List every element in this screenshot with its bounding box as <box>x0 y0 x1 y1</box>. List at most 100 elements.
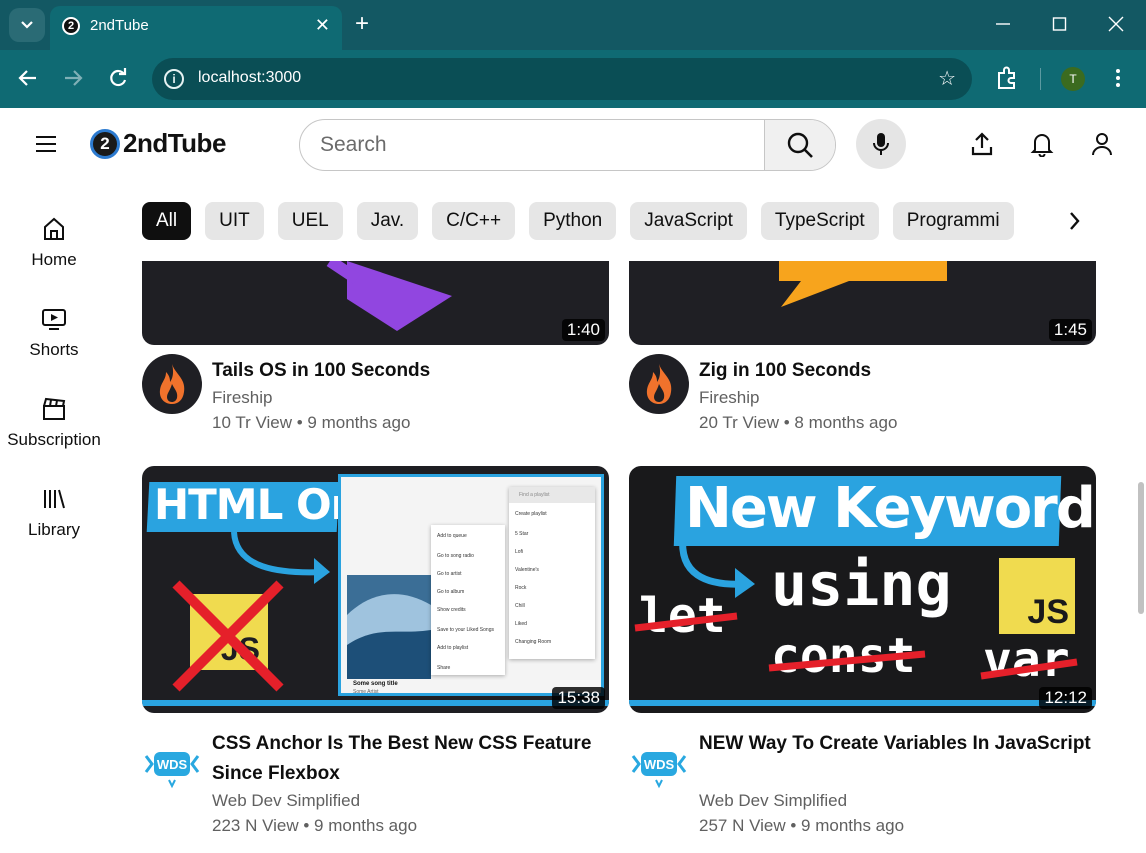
channel-avatar[interactable]: WDS <box>629 734 689 794</box>
shorts-icon <box>0 304 108 334</box>
close-window-icon[interactable] <box>1108 10 1124 39</box>
thumbnail-art <box>326 261 452 331</box>
channel-name[interactable]: Web Dev Simplified <box>212 791 360 811</box>
minimize-icon[interactable] <box>996 10 1010 39</box>
duration-badge: 1:40 <box>561 319 605 341</box>
upload-icon[interactable] <box>969 131 995 157</box>
info-icon[interactable]: i <box>164 69 184 89</box>
chip-uel[interactable]: UEL <box>277 202 343 240</box>
sidebar-item-home[interactable]: Home <box>0 214 108 270</box>
svg-text:WDS: WDS <box>644 757 675 772</box>
mic-icon <box>873 133 889 155</box>
maximize-icon[interactable] <box>1052 10 1068 39</box>
cross-icon <box>172 580 284 692</box>
menu-item: Go to artist <box>437 571 462 577</box>
category-chips: All UIT UEL Jav. C/C++ Python JavaScript TypeSc… <box>142 202 1062 242</box>
browser-tab[interactable]: 2 2ndTube ✕ <box>50 6 342 50</box>
chip-typescript[interactable]: TypeScript <box>760 202 879 240</box>
search-button[interactable] <box>764 120 835 170</box>
subscription-icon <box>0 394 108 424</box>
video-meta: 10 Tr View • 9 months ago <box>212 413 411 432</box>
page-scrollbar[interactable] <box>1138 482 1144 614</box>
chip-uit[interactable]: UIT <box>205 202 264 240</box>
playlist-item: Liked <box>515 621 527 627</box>
chevron-right-icon[interactable] <box>1062 208 1086 234</box>
forward-icon[interactable] <box>63 65 83 98</box>
search-input[interactable] <box>300 120 765 170</box>
logo-badge: 2 <box>90 128 120 159</box>
svg-text:WDS: WDS <box>157 757 188 772</box>
home-icon <box>0 214 108 244</box>
video-thumbnail[interactable]: 1:40 <box>142 261 609 345</box>
search-box <box>299 119 836 171</box>
logo[interactable]: 2 2ndTube <box>90 128 226 159</box>
tab-favicon: 2 <box>62 17 80 35</box>
channel-avatar[interactable]: WDS <box>142 734 202 794</box>
video-title[interactable]: CSS Anchor Is The Best New CSS Feature S… <box>212 729 607 789</box>
video-title[interactable]: NEW Way To Create Variables In JavaScrip… <box>699 729 1094 759</box>
back-icon[interactable] <box>18 65 38 98</box>
tab-title: 2ndTube <box>90 17 149 34</box>
sidebar-item-shorts[interactable]: Shorts <box>0 304 108 360</box>
star-icon[interactable]: ☆ <box>938 66 956 91</box>
video-thumbnail[interactable]: HTML Only JS Some song title Some Artist… <box>142 466 609 713</box>
video-title[interactable]: Zig in 100 Seconds <box>699 356 1094 386</box>
chip-c-cpp[interactable]: C/C++ <box>432 202 516 240</box>
popup-search-text: Find a playlist <box>519 492 550 498</box>
context-menu: Add to queue Go to song radio Go to arti… <box>431 525 505 675</box>
tab-search-button[interactable] <box>9 8 45 42</box>
fire-icon <box>646 364 672 404</box>
playlist-item: Chill <box>515 603 525 609</box>
sidebar-item-label: Home <box>31 250 77 269</box>
logo-text: 2ndTube <box>123 128 226 158</box>
bottom-stripe <box>142 700 609 706</box>
menu-item: Save to your Liked Songs <box>437 627 494 633</box>
menu-item: Add to queue <box>437 533 467 539</box>
channel-name[interactable]: Web Dev Simplified <box>699 791 847 811</box>
avatar[interactable]: T <box>1061 67 1085 91</box>
chip-programming[interactable]: Programmi <box>892 202 1014 240</box>
channel-avatar[interactable] <box>629 354 689 414</box>
extensions-icon[interactable] <box>996 65 1018 98</box>
library-icon <box>0 484 108 514</box>
bell-icon[interactable] <box>1029 131 1055 157</box>
wds-logo-icon: WDS <box>144 752 200 789</box>
chip-javascript[interactable]: JavaScript <box>630 202 747 240</box>
user-icon[interactable] <box>1089 131 1115 157</box>
menu-icon[interactable] <box>36 136 56 157</box>
song-artist: Some Artist <box>353 689 379 695</box>
fire-icon <box>159 364 185 404</box>
voice-search-button[interactable] <box>856 119 906 169</box>
channel-name[interactable]: Fireship <box>212 388 272 408</box>
plus-icon[interactable]: + <box>355 10 369 38</box>
demo-screenshot: Some song title Some Artist Add to queue… <box>338 474 604 696</box>
menu-item: Show credits <box>437 607 466 613</box>
channel-avatar[interactable] <box>142 354 202 414</box>
wds-logo-icon: WDS <box>631 752 687 789</box>
js-logo: JS <box>999 558 1075 634</box>
sidebar-item-library[interactable]: Library <box>0 484 108 540</box>
toolbar-divider <box>1040 68 1041 90</box>
chip-all[interactable]: All <box>142 202 192 240</box>
close-icon[interactable]: ✕ <box>315 15 330 36</box>
channel-name[interactable]: Fireship <box>699 388 759 408</box>
video-thumbnail[interactable]: New Keyword using let const var JS 12:12 <box>629 466 1096 713</box>
video-thumbnail[interactable]: 1:45 <box>629 261 1096 345</box>
browser-toolbar: i localhost:3000 ☆ T <box>0 50 1146 108</box>
video-title[interactable]: Tails OS in 100 Seconds <box>212 356 607 386</box>
browser-tab-strip: 2 2ndTube ✕ + <box>0 0 1146 50</box>
video-meta: 20 Tr View • 8 months ago <box>699 413 898 432</box>
chip-python[interactable]: Python <box>529 202 617 240</box>
playlist-item: Changing Room <box>515 639 552 645</box>
duration-badge: 1:45 <box>1048 319 1092 341</box>
menu-item: Go to album <box>437 589 465 595</box>
kebab-menu-icon[interactable] <box>1114 65 1122 98</box>
chip-jav[interactable]: Jav. <box>356 202 419 240</box>
song-title: Some song title <box>353 681 398 687</box>
playlist-item: Lofi <box>515 549 524 555</box>
reload-icon[interactable] <box>108 65 128 98</box>
sidebar-item-subscription[interactable]: Subscription <box>0 394 108 450</box>
popup-create: Create playlist <box>515 511 547 517</box>
playlist-item: Rock <box>515 585 527 591</box>
address-bar[interactable]: i localhost:3000 ☆ <box>152 58 972 100</box>
